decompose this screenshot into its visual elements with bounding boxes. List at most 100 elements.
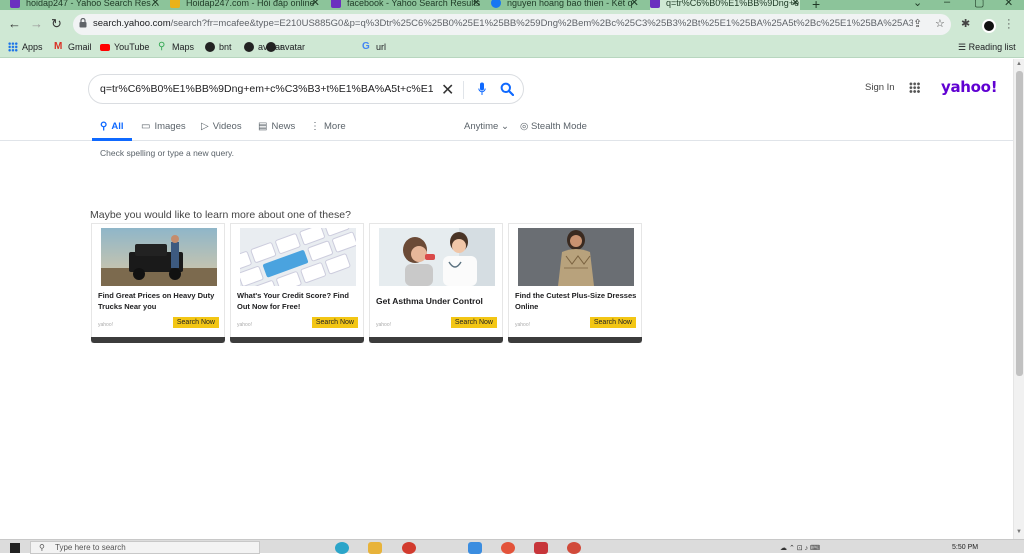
- taskbar-clock[interactable]: 5:50 PM: [952, 544, 978, 551]
- tab-title: nguyen hoang bao thien - Kết q: [507, 0, 633, 8]
- minimize-icon[interactable]: –: [944, 0, 950, 8]
- apps-grid-icon[interactable]: [909, 82, 920, 93]
- taskbar-search[interactable]: ⚲ Type here to search: [30, 541, 260, 554]
- search-input[interactable]: q=tr%C6%B0%E1%BB%9Dng+em+c%C3%B3+t%E1%BA…: [100, 83, 433, 95]
- chevron-down-icon: ⌄: [500, 121, 509, 132]
- close-window-icon[interactable]: ✕: [1004, 0, 1013, 9]
- reading-list-button[interactable]: ☰ Reading list: [958, 42, 1016, 53]
- stealth-icon: ◎: [520, 121, 529, 132]
- tab-images[interactable]: ▭ Images: [141, 121, 186, 132]
- close-tab-icon[interactable]: ✕: [151, 0, 160, 10]
- browser-tab[interactable]: hoidap247 - Yahoo Search Results ✕: [10, 0, 160, 10]
- bookmark-label: avatar: [280, 42, 306, 52]
- ad-card[interactable]: What's Your Credit Score? Find Out Now f…: [230, 223, 364, 343]
- extensions-puzzle-icon[interactable]: ✱: [961, 17, 970, 30]
- bookmark-bnt[interactable]: bnt: [205, 42, 232, 52]
- scroll-up-icon[interactable]: ▲: [1016, 61, 1022, 67]
- opera-icon[interactable]: [402, 542, 416, 554]
- ad-card[interactable]: Find Great Prices on Heavy Duty Trucks N…: [91, 223, 225, 343]
- keyboard-image: [240, 228, 356, 286]
- bookmark-gmail[interactable]: M Gmail: [54, 42, 92, 53]
- close-tab-icon[interactable]: ✕: [630, 0, 639, 10]
- close-tab-icon[interactable]: ✕: [791, 0, 800, 10]
- ad-source: yahoo!: [376, 322, 392, 328]
- bookmark-apps[interactable]: Apps: [8, 42, 43, 52]
- card-bottom-bar: [91, 337, 225, 343]
- ad-source: yahoo!: [237, 322, 253, 328]
- ad-card[interactable]: Get Asthma Under Control yahoo! Search N…: [369, 223, 503, 343]
- tab-all[interactable]: ⚲ All: [100, 121, 123, 132]
- tab-label: All: [111, 121, 124, 132]
- scrollbar-thumb[interactable]: [1016, 71, 1023, 376]
- tab-videos[interactable]: ▷ Videos: [201, 121, 242, 132]
- browser-tab[interactable]: nguyen hoang bao thien - Kết q ✕: [491, 0, 639, 10]
- bookmark-maps[interactable]: ⚲ Maps: [158, 42, 195, 53]
- tab-label: More: [324, 121, 346, 132]
- search-box[interactable]: q=tr%C6%B0%E1%BB%9Dng+em+c%C3%B3+t%E1%BA…: [88, 74, 524, 104]
- task-view-icon[interactable]: [272, 542, 286, 554]
- address-bar[interactable]: search.yahoo.com/search?fr=mcafee&type=E…: [73, 14, 951, 35]
- search-now-button[interactable]: Search Now: [172, 317, 219, 328]
- search-icon[interactable]: [500, 82, 514, 96]
- microphone-icon[interactable]: [478, 82, 486, 96]
- search-now-button[interactable]: Search Now: [450, 317, 497, 328]
- bookmarks-bar: Apps MGmail YouTube ⚲Maps bnt avatar ava…: [0, 38, 1024, 58]
- anytime-label: Anytime: [464, 121, 499, 132]
- file-explorer-icon[interactable]: [368, 542, 382, 554]
- clear-icon[interactable]: ✕: [441, 80, 454, 100]
- forward-arrow-icon[interactable]: →: [30, 16, 43, 31]
- ad-card[interactable]: Find the Cutest Plus-Size Dresses Online…: [508, 223, 642, 343]
- edge-icon[interactable]: [335, 542, 349, 554]
- reading-list-label: Reading list: [968, 42, 1016, 52]
- profile-avatar[interactable]: [982, 19, 996, 33]
- bookmark-label: Gmail: [68, 42, 92, 52]
- stealth-mode-toggle[interactable]: ◎ Stealth Mode: [520, 121, 587, 132]
- card-bottom-bar: [230, 337, 364, 343]
- close-tab-icon[interactable]: ✕: [472, 0, 481, 10]
- yahoo-logo[interactable]: yahoo!: [941, 78, 998, 96]
- anytime-filter[interactable]: Anytime ⌄: [464, 121, 509, 132]
- store-icon[interactable]: [468, 542, 482, 554]
- circle-icon: [205, 42, 215, 52]
- scroll-down-icon[interactable]: ▼: [1016, 529, 1022, 535]
- search-now-button[interactable]: Search Now: [589, 317, 636, 328]
- browser-tab-active[interactable]: q=tr%C6%B0%E1%BB%9Dng+e ✕: [650, 0, 800, 10]
- back-arrow-icon[interactable]: ←: [8, 16, 21, 31]
- maximize-icon[interactable]: ▢: [974, 0, 984, 9]
- chrome-profile-icon[interactable]: [567, 542, 581, 554]
- browser-tab[interactable]: facebook - Yahoo Search Results ✕: [331, 0, 481, 10]
- app-icon[interactable]: [534, 542, 548, 554]
- reload-icon[interactable]: ↻: [51, 16, 62, 32]
- circle-icon: [266, 42, 276, 52]
- tab-news[interactable]: ▤ News: [258, 121, 295, 132]
- bookmark-label: Maps: [172, 42, 195, 52]
- circle-icon: [244, 42, 254, 52]
- bookmark-url[interactable]: Gurl: [362, 42, 386, 53]
- new-tab-button[interactable]: +: [812, 0, 820, 10]
- browser-tab[interactable]: Hoidap247.com - Hỏi đáp online ✕: [170, 0, 320, 10]
- windows-start-icon[interactable]: [10, 543, 20, 553]
- tab-more[interactable]: ⋮ More: [310, 121, 346, 132]
- bookmark-star-icon[interactable]: ☆: [935, 17, 945, 30]
- tab-title: q=tr%C6%B0%E1%BB%9Dng+e: [666, 0, 800, 8]
- tab-title: Hoidap247.com - Hỏi đáp online: [186, 0, 315, 8]
- hoidap-favicon-icon: [170, 0, 180, 8]
- tab-search-icon[interactable]: ⌄: [913, 0, 922, 9]
- page-scrollbar[interactable]: ▲ ▼: [1013, 59, 1024, 539]
- search-now-button[interactable]: Search Now: [311, 317, 358, 328]
- active-tab-underline: [92, 138, 132, 141]
- sign-in-link[interactable]: Sign In: [865, 82, 895, 93]
- truck-image: [101, 228, 217, 286]
- url-text[interactable]: search.yahoo.com/search?fr=mcafee&type=E…: [93, 18, 913, 29]
- lock-icon: [79, 18, 87, 28]
- system-tray[interactable]: ☁ ⌃ ⊡ ♪ ⌨: [780, 544, 820, 552]
- yahoo-favicon-icon: [331, 0, 341, 8]
- chrome-icon[interactable]: [501, 542, 515, 554]
- facebook-favicon-icon: [491, 0, 501, 8]
- chrome-menu-icon[interactable]: · · ·: [1007, 15, 1011, 34]
- share-icon[interactable]: ⇪: [913, 17, 922, 30]
- bookmark-youtube[interactable]: YouTube: [100, 42, 149, 52]
- suggestions-heading: Maybe you would like to learn more about…: [90, 209, 351, 221]
- close-tab-icon[interactable]: ✕: [311, 0, 320, 10]
- bookmark-avatar-2[interactable]: avatar: [266, 42, 305, 52]
